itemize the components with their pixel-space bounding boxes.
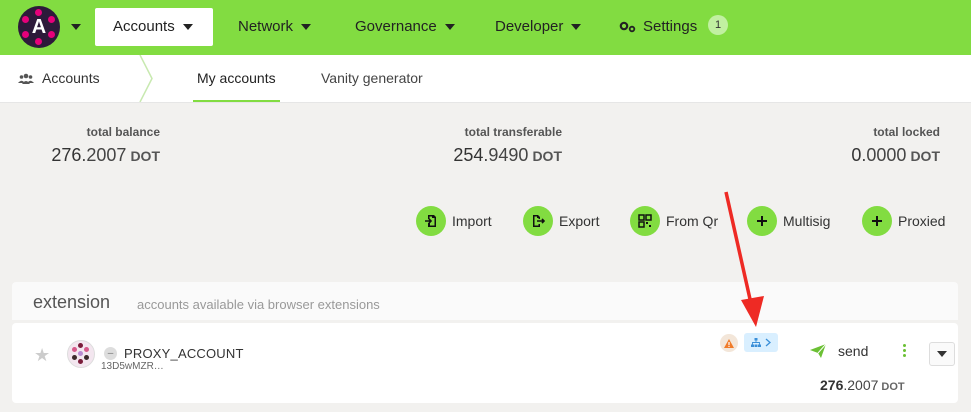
summary-value: 0.0000 DOT	[851, 145, 940, 165]
summary-label: total locked	[873, 125, 940, 139]
tab-my-accounts[interactable]: My accounts	[193, 55, 280, 102]
users-icon	[18, 73, 34, 85]
chevron-down-icon	[182, 24, 193, 31]
from-qr-button[interactable]: From Qr	[630, 205, 718, 237]
breadcrumb: Accounts	[18, 55, 100, 102]
settings-badge: 1	[708, 15, 728, 35]
nav-tab-label: Developer	[495, 18, 564, 35]
export-button[interactable]: Export	[523, 205, 599, 237]
nav-tab-label: Settings	[643, 18, 698, 35]
nav-tab-accounts[interactable]: Accounts	[95, 8, 213, 46]
nav-tab-settings[interactable]: Settings	[601, 8, 697, 46]
import-label: Import	[452, 213, 492, 229]
export-icon	[523, 206, 553, 236]
import-button[interactable]: Import	[416, 205, 492, 237]
proxied-button[interactable]: Proxied	[862, 205, 945, 237]
chevron-right-icon	[765, 338, 771, 347]
app-logo[interactable]: A	[18, 6, 60, 48]
multisig-button[interactable]: Multisig	[747, 205, 830, 237]
chevron-down-icon	[571, 24, 582, 31]
paper-plane-icon	[810, 344, 826, 358]
export-label: Export	[559, 213, 600, 229]
summary-label: total balance	[86, 125, 160, 139]
proxied-label: Proxied	[898, 213, 946, 229]
summary-value: 276.2007 DOT	[51, 145, 160, 165]
chain-selector-chevron-icon[interactable]	[71, 24, 81, 30]
more-options-icon[interactable]	[903, 344, 907, 359]
breadcrumb-separator	[139, 55, 153, 102]
nav-tab-label: Governance	[355, 18, 437, 35]
import-icon	[416, 206, 446, 236]
plus-icon	[862, 206, 892, 236]
extension-section-header: extension accounts available via browser…	[12, 282, 958, 320]
from-qr-label: From Qr	[666, 213, 719, 229]
summary-total-transferable: total transferable 254.9490 DOT	[453, 125, 562, 166]
proxy-tag[interactable]	[744, 333, 778, 352]
account-identicon[interactable]	[67, 340, 95, 368]
summary-label: total transferable	[464, 125, 562, 139]
account-address[interactable]: 13D5wMZR…	[101, 361, 164, 372]
send-label: send	[838, 343, 869, 359]
nav-tab-label: Accounts	[113, 18, 175, 35]
logo-letter: A	[31, 16, 47, 38]
nav-tab-network[interactable]: Network	[220, 8, 329, 46]
nav-tab-developer[interactable]: Developer	[477, 8, 599, 46]
chevron-down-icon	[444, 24, 455, 31]
summary-total-locked: total locked 0.0000 DOT	[851, 125, 940, 166]
section-title: extension	[33, 292, 111, 312]
nav-tab-label: Network	[238, 18, 294, 35]
multisig-label: Multisig	[783, 213, 831, 229]
account-row: ★ – PROXY_ACCOUNT 13D5wMZR… send 276.200…	[12, 323, 958, 403]
breadcrumb-label: Accounts	[42, 70, 100, 86]
section-subtitle: accounts available via browser extension…	[137, 297, 380, 312]
account-balance: 276.2007 DOT	[820, 377, 905, 393]
plus-icon	[747, 206, 777, 236]
nav-tab-governance[interactable]: Governance	[337, 8, 473, 46]
send-button[interactable]: send	[810, 343, 868, 359]
gears-icon	[619, 21, 636, 33]
remove-icon[interactable]: –	[104, 347, 117, 360]
qr-code-icon	[630, 206, 660, 236]
summary-total-balance: total balance 276.2007 DOT	[51, 125, 160, 166]
warning-icon[interactable]	[720, 334, 738, 352]
chevron-down-icon	[301, 24, 312, 31]
top-nav: A Accounts Network Governance Developer …	[0, 0, 971, 55]
sub-nav: Accounts My accounts Vanity generator	[0, 55, 971, 103]
tab-vanity-generator[interactable]: Vanity generator	[321, 55, 423, 102]
star-icon[interactable]: ★	[34, 345, 50, 366]
expand-row-button[interactable]	[929, 342, 955, 366]
summary-value: 254.9490 DOT	[453, 145, 562, 165]
account-name: PROXY_ACCOUNT	[124, 346, 244, 361]
sitemap-icon	[751, 338, 761, 347]
